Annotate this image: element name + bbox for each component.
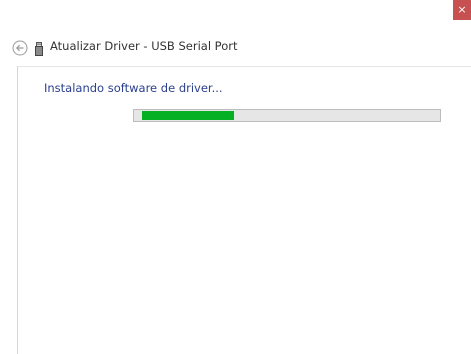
install-progress-bar [133,109,441,122]
update-driver-window: × Atualizar Driver - USB Serial Port Ins… [0,0,471,354]
status-text: Instalando software de driver... [44,81,223,95]
close-button[interactable]: × [453,0,471,20]
back-button[interactable] [12,40,28,56]
content-panel: Instalando software de driver... [17,66,471,354]
wizard-header: Atualizar Driver - USB Serial Port [0,30,471,64]
close-icon: × [457,3,467,16]
usb-device-icon [34,41,44,56]
window-title: Atualizar Driver - USB Serial Port [50,39,238,53]
title-bar: × [0,0,471,30]
back-arrow-icon [12,40,28,56]
progress-fill [142,111,234,120]
